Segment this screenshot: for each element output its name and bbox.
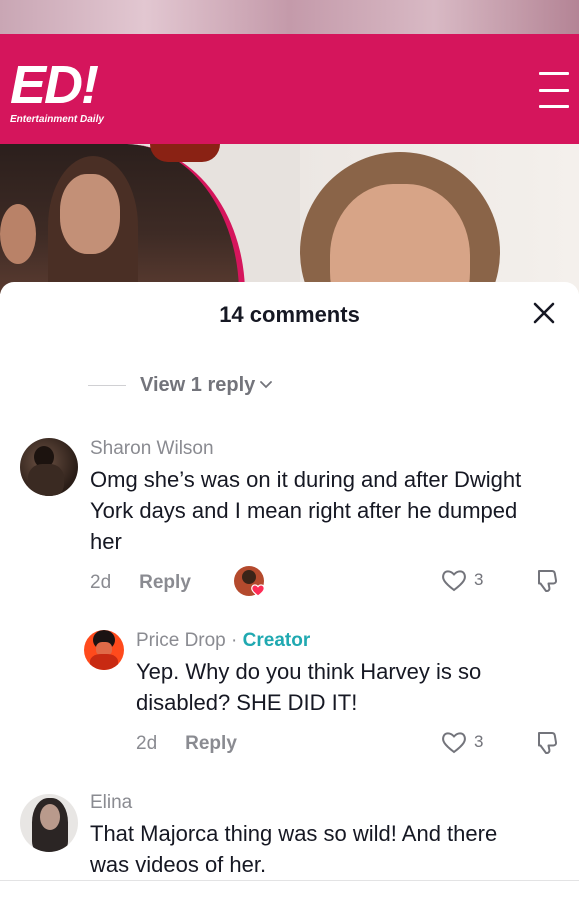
- heart-outline-icon: [442, 570, 466, 592]
- site-header: ED! Entertainment Daily: [0, 34, 579, 144]
- comment-meta: 2d Reply: [90, 572, 191, 594]
- comment-username[interactable]: Price Drop: [136, 630, 226, 651]
- like-count: 3: [474, 570, 484, 589]
- view-replies-label: View 1 reply: [140, 373, 256, 396]
- photo-face: [60, 174, 120, 254]
- avatar[interactable]: [20, 438, 78, 496]
- avatar[interactable]: [20, 794, 78, 852]
- comment-username[interactable]: Sharon Wilson: [90, 438, 214, 460]
- comment-text: Yep. Why do you think Harvey is so disab…: [136, 659, 482, 715]
- reply-username-row: Price Drop · Creator: [136, 630, 310, 652]
- like-button[interactable]: 3: [440, 729, 483, 755]
- dislike-icon[interactable]: [533, 730, 559, 756]
- reply-button[interactable]: Reply: [185, 733, 237, 755]
- site-logo-subtitle: Entertainment Daily: [10, 114, 104, 125]
- creator-badge: Creator: [242, 630, 311, 651]
- status-strip: [0, 0, 579, 34]
- avatar[interactable]: [84, 630, 124, 670]
- photo-sign: [150, 144, 220, 162]
- reply-divider: [88, 384, 126, 386]
- menu-icon[interactable]: [539, 72, 569, 108]
- reply-button[interactable]: Reply: [139, 572, 191, 594]
- article-photo: [0, 144, 579, 294]
- username-separator: ·: [225, 630, 243, 651]
- like-count: 3: [474, 732, 484, 751]
- comments-count-title: 14 comments: [219, 302, 360, 327]
- comment-text: That Majorca thing was so wild! And ther…: [90, 821, 498, 877]
- comment-meta: 2d Reply: [136, 733, 237, 755]
- page: ED! Entertainment Daily 14 comments View…: [0, 0, 579, 900]
- like-button[interactable]: 3: [440, 567, 483, 593]
- bottom-divider: [0, 880, 579, 881]
- comment-age: 2d: [90, 572, 112, 593]
- chevron-down-icon: [260, 381, 273, 389]
- site-logo[interactable]: ED!: [10, 58, 99, 112]
- comments-sheet: 14 comments View 1 reply: [0, 282, 579, 900]
- comment-age: 2d: [136, 733, 158, 754]
- comment-text: Omg she’s was on it during and after Dwi…: [90, 467, 522, 554]
- close-icon[interactable]: [531, 300, 557, 326]
- view-replies-button[interactable]: View 1 reply: [88, 374, 273, 396]
- photo-child: [0, 204, 36, 264]
- heart-outline-icon: [442, 732, 466, 754]
- heart-icon: [251, 584, 265, 597]
- dislike-icon[interactable]: [533, 568, 559, 594]
- comment-username[interactable]: Elina: [90, 792, 132, 814]
